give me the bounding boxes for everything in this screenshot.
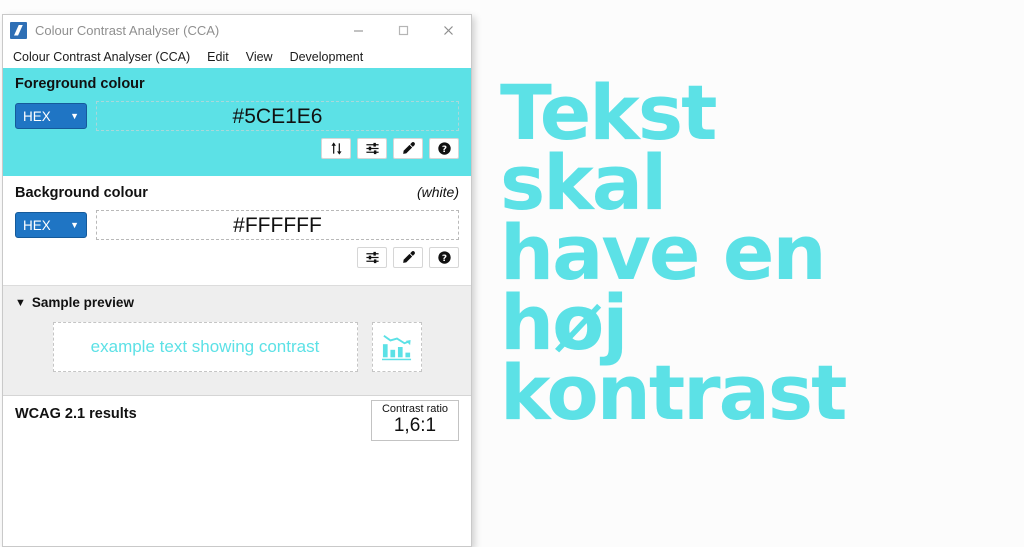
svg-text:?: ?: [441, 145, 446, 155]
sample-preview-chart: [371, 322, 422, 372]
menubar: Colour Contrast Analyser (CCA) Edit View…: [3, 46, 471, 68]
background-title: Background colour: [15, 185, 148, 201]
eyedropper-icon[interactable]: [393, 138, 423, 159]
sliders-icon[interactable]: [357, 138, 387, 159]
sliders-icon[interactable]: [357, 247, 387, 268]
maximize-icon[interactable]: [381, 15, 426, 45]
foreground-colour-row: HEX ▼ #5CE1E6: [15, 101, 459, 131]
sample-preview-body: example text showing contrast: [15, 322, 459, 372]
contrast-ratio-value: 1,6:1: [393, 415, 437, 437]
screen: Tekst skal have en høj kontrast Colour C…: [0, 0, 1024, 547]
chevron-down-icon: ▼: [70, 110, 79, 121]
background-colour-row: HEX ▼ #FFFFFF: [15, 210, 459, 240]
contrast-ratio-box: Contrast ratio 1,6:1: [371, 400, 459, 441]
wcag-results-section: WCAG 2.1 results Contrast ratio 1,6:1: [3, 396, 471, 546]
foreground-colour-section: Foreground colour HEX ▼ #5CE1E6 ?: [3, 68, 471, 176]
window-title: Colour Contrast Analyser (CCA): [35, 22, 220, 38]
contrast-ratio-label: Contrast ratio: [381, 403, 449, 415]
foreground-colour-input[interactable]: #5CE1E6: [96, 101, 459, 131]
foreground-format-select[interactable]: HEX ▼: [15, 103, 87, 129]
menu-item-edit[interactable]: Edit: [207, 50, 229, 64]
minimize-icon[interactable]: [336, 15, 381, 45]
menu-item-app[interactable]: Colour Contrast Analyser (CCA): [13, 50, 190, 64]
declining-bar-chart-icon: [381, 334, 411, 361]
foreground-title: Foreground colour: [15, 76, 145, 92]
sample-preview-text: example text showing contrast: [52, 322, 358, 372]
help-circle-icon[interactable]: ?: [429, 138, 459, 159]
window-titlebar[interactable]: Colour Contrast Analyser (CCA): [3, 15, 471, 46]
foreground-format-label: HEX: [23, 108, 51, 124]
close-icon[interactable]: [426, 15, 471, 45]
background-format-label: HEX: [23, 217, 51, 233]
swap-vertical-icon[interactable]: [321, 138, 351, 159]
sample-preview-header[interactable]: ▼ Sample preview: [15, 295, 459, 310]
poster-panel: Tekst skal have en høj kontrast: [480, 0, 1024, 547]
background-colour-section: Background colour (white) HEX ▼ #FFFFFF: [3, 176, 471, 286]
cca-window: Colour Contrast Analyser (CCA) Colour Co…: [2, 14, 472, 547]
background-colour-input[interactable]: #FFFFFF: [96, 210, 459, 240]
svg-text:?: ?: [441, 254, 446, 264]
foreground-button-row: ?: [15, 138, 459, 159]
sample-preview-section: ▼ Sample preview example text showing co…: [3, 286, 471, 396]
poster-headline: Tekst skal have en høj kontrast: [500, 68, 847, 437]
background-note: (white): [416, 184, 459, 200]
chevron-down-icon: ▼: [70, 219, 79, 230]
menu-item-development[interactable]: Development: [290, 50, 364, 64]
disclosure-triangle-icon: ▼: [15, 296, 26, 309]
eyedropper-icon[interactable]: [393, 247, 423, 268]
foreground-header: Foreground colour: [15, 76, 459, 92]
background-button-row: ?: [15, 247, 459, 268]
menu-item-view[interactable]: View: [246, 50, 273, 64]
help-circle-icon[interactable]: ?: [429, 247, 459, 268]
background-header: Background colour (white): [15, 184, 459, 201]
background-format-select[interactable]: HEX ▼: [15, 212, 87, 238]
sample-preview-title: Sample preview: [31, 295, 134, 310]
cca-app-icon: [10, 21, 27, 39]
